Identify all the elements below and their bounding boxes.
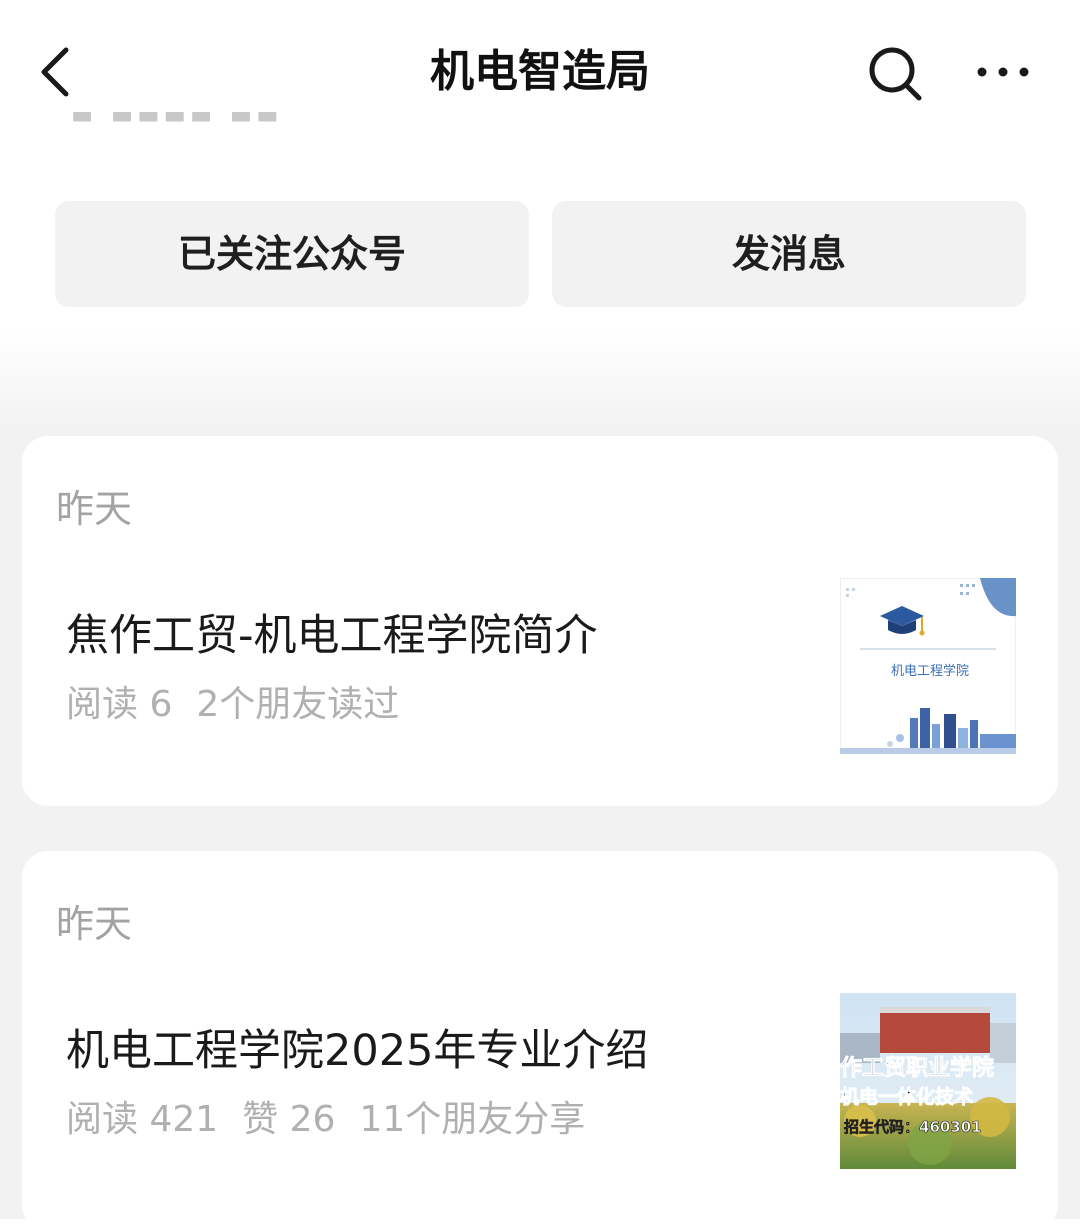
- article-title: 焦作工贸-机电工程学院简介: [66, 611, 598, 661]
- send-message-button[interactable]: 发消息: [552, 201, 1026, 307]
- navigation-bar: 机电智造局 ▪ ▪▪▪▪ ▪▪ ▪▪: [0, 0, 1080, 140]
- chevron-left-icon: [41, 47, 69, 97]
- article-card: 昨天 机电工程学院2025年专业介绍 阅读 421 赞 26 11个朋友分享 作…: [22, 851, 1058, 1231]
- article-title: 机电工程学院2025年专业介绍: [66, 1026, 649, 1076]
- friends-read: 2个朋友读过: [196, 684, 400, 725]
- search-icon: [869, 47, 922, 101]
- article-item[interactable]: 机电工程学院2025年专业介绍 阅读 421 赞 26 11个朋友分享 作工贸职…: [22, 971, 1058, 1181]
- more-options-button[interactable]: [968, 44, 1038, 100]
- article-stats: 阅读 6 2个朋友读过: [66, 680, 423, 730]
- thumbnail-line-1: 作工贸职业学院: [840, 1055, 994, 1081]
- search-button[interactable]: [862, 40, 928, 106]
- read-count: 阅读 421: [66, 1099, 219, 1140]
- article-date: 昨天: [56, 902, 133, 946]
- like-count: 赞 26: [242, 1099, 336, 1140]
- thumbnail-line-3: 招生代码：460301: [844, 1118, 982, 1136]
- scrolled-profile-text: ▪ ▪▪▪▪ ▪▪ ▪▪: [70, 112, 300, 138]
- article-thumbnail: 机电工程学院: [840, 578, 1016, 754]
- page-title: 机电智造局: [430, 46, 650, 97]
- article-date: 昨天: [56, 487, 133, 531]
- article-stats: 阅读 421 赞 26 11个朋友分享: [66, 1095, 609, 1145]
- article-thumbnail: 作工贸职业学院 机电一体化技术 招生代码：460301: [840, 993, 1016, 1169]
- thumbnail-caption: 机电工程学院: [891, 663, 969, 679]
- followed-account-button[interactable]: 已关注公众号: [55, 201, 529, 307]
- friends-shared: 11个朋友分享: [359, 1099, 586, 1140]
- thumbnail-line-2: 机电一体化技术: [840, 1085, 973, 1108]
- read-count: 阅读 6: [66, 684, 173, 725]
- back-button[interactable]: [30, 42, 90, 102]
- article-item[interactable]: 焦作工贸-机电工程学院简介 阅读 6 2个朋友读过 机电工程学院: [22, 556, 1058, 766]
- article-card: 昨天 焦作工贸-机电工程学院简介 阅读 6 2个朋友读过 机电工程学院: [22, 436, 1058, 806]
- more-dots-icon: [977, 67, 1029, 77]
